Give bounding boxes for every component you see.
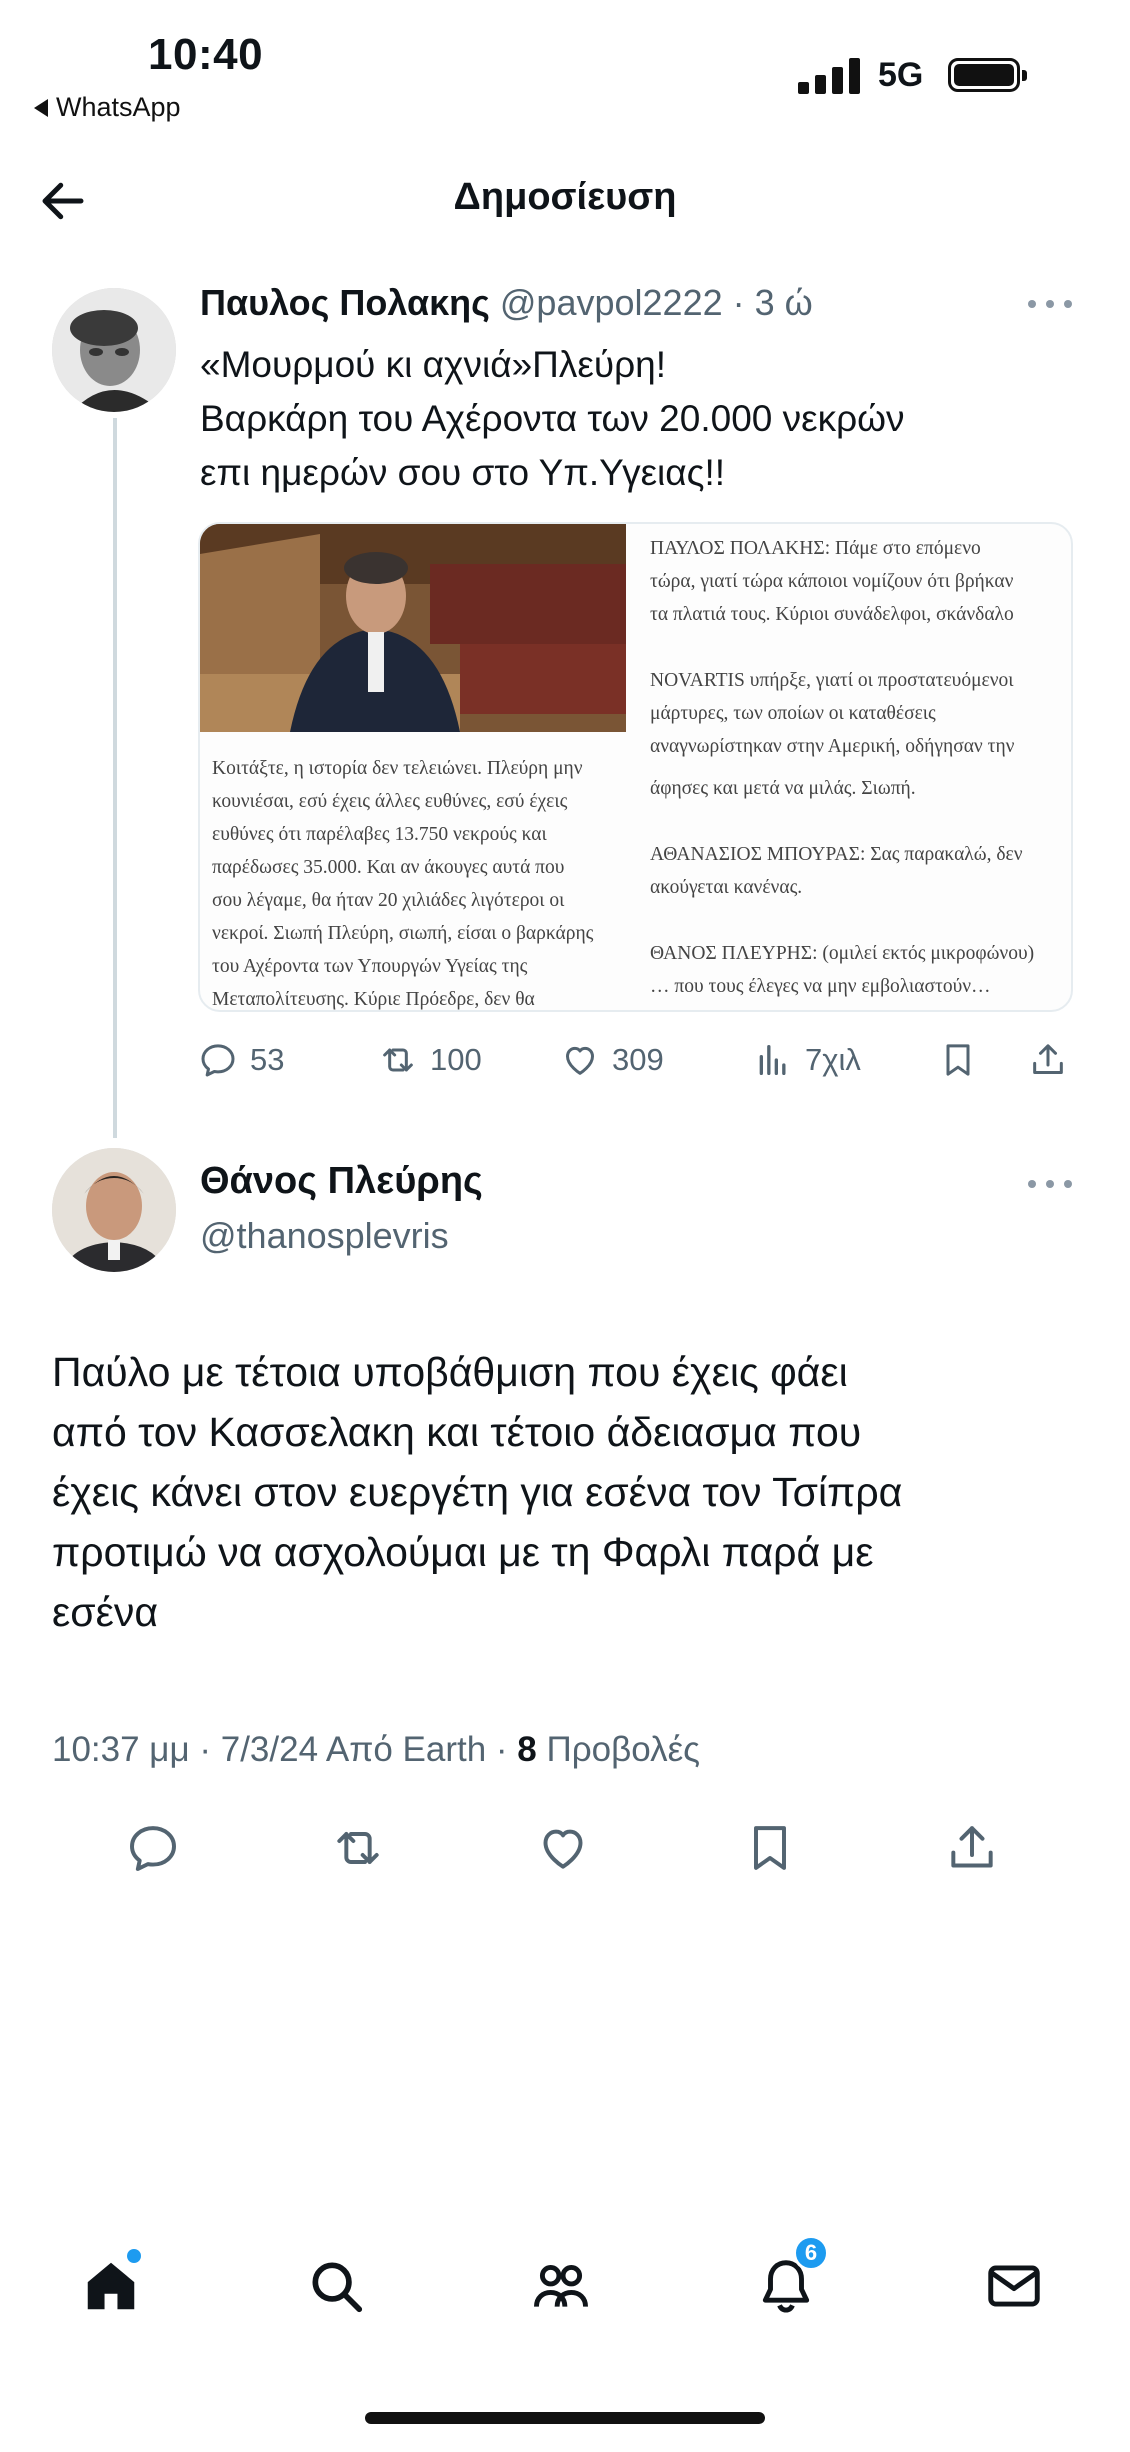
doc-line: παρέδωσες 35.000. Και αν άκουγες αυτά πο… [212,857,565,878]
retweet-button[interactable]: 100 [378,1040,482,1080]
document-text-bottom-left: Κοιτάξτε, η ιστορία δεν τελειώνει. Πλεύρ… [212,752,642,1010]
avatar[interactable] [52,1148,176,1272]
bookmark-icon [946,1044,970,1076]
more-options-icon[interactable] [1028,1180,1072,1192]
doc-line [650,805,1065,838]
avatar[interactable] [52,288,176,412]
post-header: Δημοσίευση [0,160,1130,240]
notification-badge: 6 [793,2235,829,2271]
thread-connector-line [113,418,117,1138]
views-label: Προβολές [536,1730,701,1769]
home-icon[interactable] [80,2255,142,2317]
share-button[interactable] [1028,1040,1068,1080]
retweet-icon[interactable] [330,1820,386,1876]
doc-line: άφησες και μετά να μιλάς. Σιωπή. [650,778,916,799]
doc-line [650,904,1065,937]
tweet-text-line: προτιμώ να ασχολούμαι με τη Φαρλι παρά μ… [52,1529,874,1575]
views-chart-icon [759,1045,786,1075]
time-date-source: 10:37 μμ · 7/3/24 Από Earth · [52,1730,518,1769]
signal-strength-icon [798,58,860,94]
reply-icon[interactable] [125,1820,181,1876]
doc-line: αναγνωρίστηκαν στην Αμερική, οδήγησαν τη… [650,736,1015,757]
doc-line: τα πλατιά τους. Κύριοι συνάδελφοι, σκάνδ… [650,604,1014,625]
reply-button[interactable]: 53 [198,1040,284,1080]
back-app-label: WhatsApp [56,92,181,122]
parliament-photo [200,524,626,732]
communities-icon[interactable] [530,2255,592,2317]
share-icon[interactable] [944,1820,1000,1876]
doc-line: μάρτυρες, των οποίων οι καταθέσεις [650,703,936,724]
doc-line: NOVARTIS υπήρξε, γιατί οι προστατευόμενο… [650,670,1014,691]
back-to-app-link[interactable]: WhatsApp [34,92,181,123]
tweet-text-line: «Μουρμού κι αχνιά»Πλεύρη! [200,344,667,385]
doc-line: νεκροί. Σιωπή Πλεύρη, σιωπή, είσαι ο βαρ… [212,923,594,944]
bookmark-button[interactable] [938,1040,978,1080]
tweet-text-line: Παύλο με τέτοια υποβάθμιση που έχεις φάε… [52,1349,848,1395]
status-time: 10:40 [148,30,264,79]
tweet-text: Παύλο με τέτοια υποβάθμιση που έχεις φάε… [52,1342,1092,1642]
retweet-icon [383,1048,413,1072]
tweet-text-line: έχεις κάνει στον ευεργέτη για εσένα τον … [52,1469,903,1515]
home-new-dot [127,2249,141,2263]
back-triangle-icon [34,98,48,117]
author-handle[interactable]: @thanosplevris [200,1215,449,1257]
views-button[interactable]: 7χιλ [753,1040,861,1080]
document-text-bottom-right: άφησες και μετά να μιλάς. Σιωπή. ΑΘΑΝΑΣΙ… [650,772,1065,1003]
tweet-action-bar: 53 100 309 7χιλ [198,1040,1078,1084]
network-type: 5G [878,56,924,94]
document-text-top-right: ΠΑΥΛΟΣ ΠΟΛΑΚΗΣ: Πάμε στο επόμενο τώρα, γ… [650,532,1060,763]
home-indicator[interactable] [365,2412,765,2424]
more-options-icon[interactable] [1028,300,1072,312]
author-name[interactable]: Παυλος Πολακης [200,282,490,323]
bookmark-icon[interactable] [742,1820,798,1876]
heart-icon[interactable] [535,1820,591,1876]
doc-line: του Αχέροντα των Υπουργών Υγείας της [212,956,528,977]
tweet-text: «Μουρμού κι αχνιά»Πλεύρη! Βαρκάρη του Αχ… [200,338,1080,500]
reply-count: 53 [250,1042,285,1077]
tweet-text-line: επι ημερών σου στο Υπ.Υγειας!! [200,452,726,493]
views-count: 7χιλ [805,1042,861,1077]
tweet-text-line: από τον Κασσελακη και τέτοιο άδειασμα πο… [52,1409,862,1455]
handle-and-time[interactable]: @pavpol2222 · 3 ώ [500,282,813,323]
tweet-action-bar [0,1820,1130,1880]
doc-line: ευθύνες ότι παρέλαβες 13.750 νεκρούς και [212,824,547,845]
bottom-nav: 6 [0,2235,1130,2335]
heart-icon [566,1046,594,1075]
doc-line [650,631,1060,664]
doc-line: Μεταπολίτευσης. Κύριε Πρόεδρε, δεν θα [212,989,535,1010]
doc-line: Κοιτάξτε, η ιστορία δεν τελειώνει. Πλεύρ… [212,758,583,779]
doc-line: σου λέγαμε, θα ήταν 20 χιλιάδες λιγότερο… [212,890,565,911]
tweet-header: Παυλος Πολακης @pavpol2222 · 3 ώ [200,282,813,324]
doc-line: … που τους έλεγες να μην εμβολιαστούν… [650,976,991,997]
tweet-text-line: εσένα [52,1589,159,1635]
doc-line: τώρα, γιατί τώρα κάποιοι νομίζουν ότι βρ… [650,571,1014,592]
doc-line: ακούγεται κανένας. [650,877,803,898]
messages-icon[interactable] [983,2255,1045,2317]
author-name[interactable]: Θάνος Πλεύρης [200,1160,483,1203]
search-icon[interactable] [305,2255,367,2317]
share-icon [1033,1044,1063,1074]
doc-line: ΘΑΝΟΣ ΠΛΕΥΡΗΣ: (ομιλεί εκτός μικροφώνου) [650,943,1035,964]
tweet-text-line: Βαρκάρη του Αχέροντα των 20.000 νεκρών [200,398,905,439]
views-count: 8 [517,1730,537,1769]
doc-line: ΠΑΥΛΟΣ ΠΟΛΑΚΗΣ: Πάμε στο επόμενο [650,538,981,559]
tweet-media-image[interactable]: ΠΑΥΛΟΣ ΠΟΛΑΚΗΣ: Πάμε στο επόμενο τώρα, γ… [198,522,1073,1012]
like-count: 309 [612,1042,664,1077]
retweet-count: 100 [430,1042,482,1077]
page-title: Δημοσίευση [453,176,677,218]
doc-line: κουνιέσαι, εσύ έχεις άλλες ευθύνες, εσύ … [212,791,568,812]
doc-line: ΑΘΑΝΑΣΙΟΣ ΜΠΟΥΡΑΣ: Σας παρακαλώ, δεν [650,844,1023,865]
reply-icon [201,1044,235,1077]
battery-icon [948,58,1027,92]
tweet-meta: 10:37 μμ · 7/3/24 Από Earth · 8 Προβολές [52,1730,700,1770]
like-button[interactable]: 309 [560,1040,664,1080]
